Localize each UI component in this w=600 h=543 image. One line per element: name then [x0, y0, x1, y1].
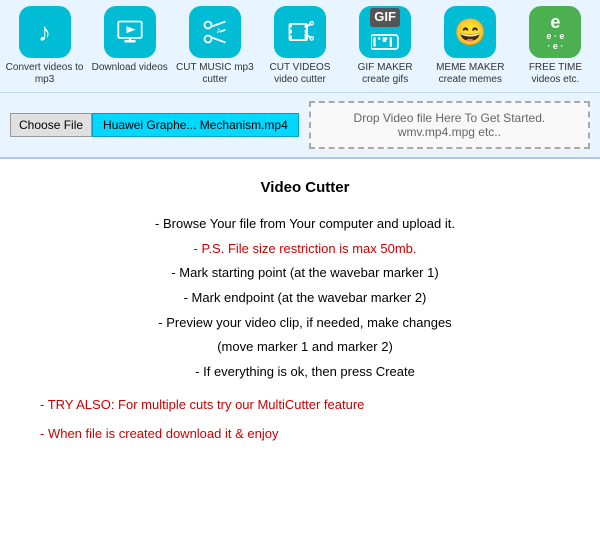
main-content: Video Cutter - Browse Your file from You…: [0, 159, 600, 466]
drop-zone-text: Drop Video file Here To Get Started. wmv…: [354, 111, 546, 139]
nav-item-free-time[interactable]: e e · e · e · FREE TIME videos etc.: [515, 6, 596, 86]
nav-item-download-videos[interactable]: Download videos: [89, 6, 170, 86]
instruction-7: - If everything is ok, then press Create: [40, 360, 570, 385]
free-time-icon: e e · e · e ·: [529, 6, 581, 58]
nav-label-download-videos: Download videos: [92, 62, 168, 74]
convert-mp3-icon: ♪: [19, 6, 71, 58]
nav-item-cut-music[interactable]: ♪ CUT MUSIC mp3 cutter: [174, 6, 255, 86]
nav-label-cut-music: CUT MUSIC mp3 cutter: [174, 62, 255, 86]
nav-item-gif-maker[interactable]: GIF GIF MAKER create gifs: [345, 6, 426, 86]
nav-label-cut-videos: CUT VIDEOS video cutter: [259, 62, 340, 86]
page-title: Video Cutter: [40, 179, 570, 196]
instruction-list: - Browse Your file from Your computer an…: [40, 212, 570, 385]
choose-file-button[interactable]: Choose File: [10, 113, 92, 137]
nav-item-cut-videos[interactable]: CUT VIDEOS video cutter: [259, 6, 340, 86]
download-videos-icon: [104, 6, 156, 58]
nav-label-meme-maker: MEME MAKER create memes: [430, 62, 511, 86]
try-also-line2: - When file is created download it & enj…: [40, 422, 570, 447]
instruction-6: (move marker 1 and marker 2): [40, 335, 570, 360]
upload-area: Choose File Huawei Graphe... Mechanism.m…: [0, 93, 600, 159]
instruction-5: - Preview your video clip, if needed, ma…: [40, 311, 570, 336]
file-input-container: Choose File Huawei Graphe... Mechanism.m…: [10, 113, 299, 137]
nav-label-gif-maker: GIF MAKER create gifs: [345, 62, 426, 86]
drop-zone[interactable]: Drop Video file Here To Get Started. wmv…: [309, 101, 590, 149]
nav-label-convert-mp3: Convert videos to mp3: [4, 62, 85, 86]
gif-maker-icon: GIF: [359, 6, 411, 58]
instruction-2: - P.S. File size restriction is max 50mb…: [40, 237, 570, 262]
instruction-3: - Mark starting point (at the wavebar ma…: [40, 261, 570, 286]
nav-item-convert-mp3[interactable]: ♪ Convert videos to mp3: [4, 6, 85, 86]
svg-text:♪: ♪: [216, 25, 221, 35]
instruction-1: - Browse Your file from Your computer an…: [40, 212, 570, 237]
instruction-4: - Mark endpoint (at the wavebar marker 2…: [40, 286, 570, 311]
file-name-display: Huawei Graphe... Mechanism.mp4: [92, 113, 299, 137]
top-nav: ♪ Convert videos to mp3 Download videos: [0, 0, 600, 93]
meme-maker-icon: 😄: [444, 6, 496, 58]
nav-label-free-time: FREE TIME videos etc.: [515, 62, 596, 86]
cut-music-icon: ♪: [189, 6, 241, 58]
cut-videos-icon: [274, 6, 326, 58]
try-also-section: - TRY ALSO: For multiple cuts try our Mu…: [40, 393, 570, 446]
nav-item-meme-maker[interactable]: 😄 MEME MAKER create memes: [430, 6, 511, 86]
try-also-line1: - TRY ALSO: For multiple cuts try our Mu…: [40, 393, 570, 418]
